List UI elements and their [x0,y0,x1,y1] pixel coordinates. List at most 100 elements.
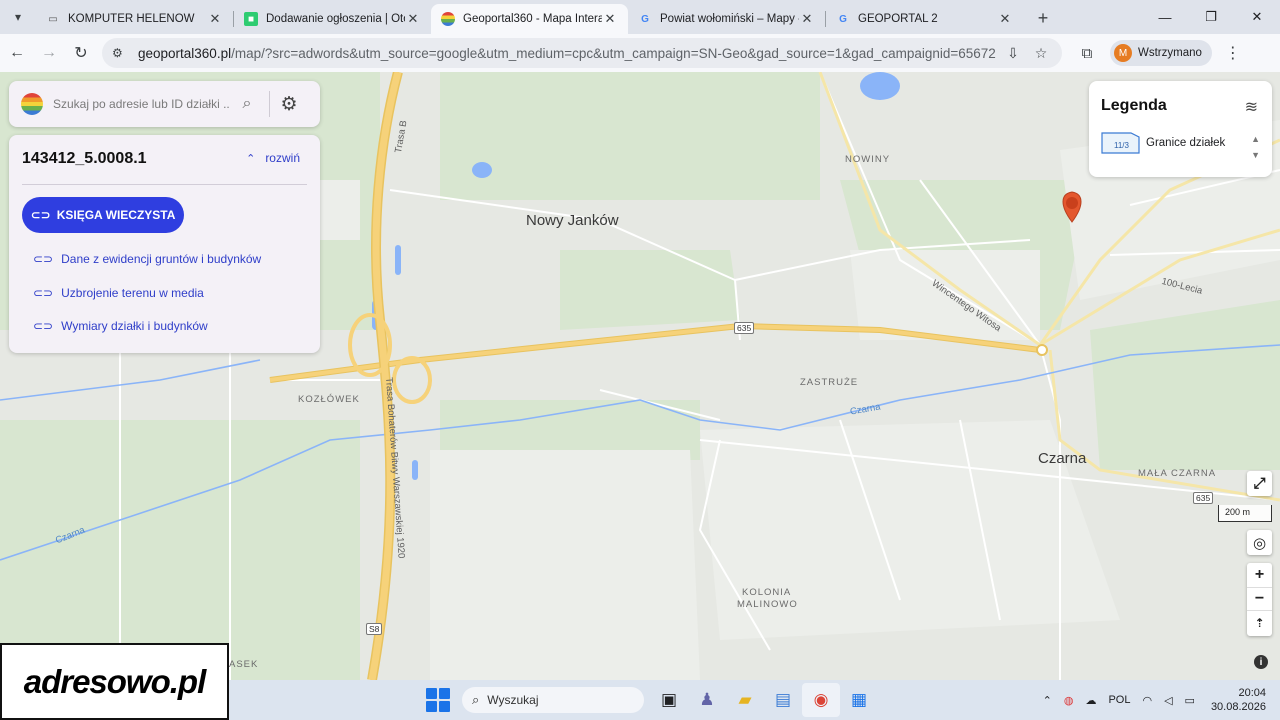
photos-icon[interactable]: ▤ [764,683,802,717]
windows-start-icon[interactable] [426,688,450,712]
wifi-icon[interactable]: ◠ [1142,694,1152,707]
volume-icon[interactable]: ◁ [1164,694,1172,707]
ksiega-wieczysta-button[interactable]: ⊂⊃ KSIĘGA WIECZYSTA [22,197,184,233]
url-host: geoportal360.pl [138,45,232,61]
google-favicon-icon: G [839,13,847,25]
tab-close-icon[interactable]: ✕ [997,11,1013,27]
clock[interactable]: 20:04 30.08.2026 [1211,686,1266,714]
address-bar[interactable]: ⚙ geoportal360.pl/map/?src=adwords&utm_s… [102,38,1062,68]
tab-close-icon[interactable]: ✕ [799,11,815,27]
link-wymiary-dzialki[interactable]: ⊂⊃ Wymiary działki i budynków [33,319,208,333]
parcel-boundary-swatch-icon: 11/3 [1101,132,1140,154]
gear-icon[interactable]: ⚙ [276,93,302,116]
browser-tab[interactable]: ▭ KOMPUTER HELENÓW ✕ [36,4,233,34]
tab-title: Geoportal360 - Mapa Interaktywna [463,13,602,25]
link-uzbrojenie-terenu[interactable]: ⊂⊃ Uzbrojenie terenu w media [33,286,204,300]
tray-app-icon[interactable]: ◍ [1064,694,1074,707]
google-favicon-icon: G [641,13,649,25]
tab-close-icon[interactable]: ✕ [405,11,421,27]
site-settings-icon[interactable]: ⚙ [112,46,128,60]
back-arrow-icon[interactable]: ← [2,38,32,68]
teams-icon[interactable]: ♟ [688,683,726,717]
parcel-info-panel: 143412_5.0008.1 ⌃ rozwiń ⊂⊃ KSIĘGA WIECZ… [9,135,320,353]
geoportal360-logo-icon[interactable] [21,93,43,115]
install-app-icon[interactable]: ⇩ [1002,45,1024,62]
extensions-puzzle-icon[interactable]: ⧉ [1072,45,1102,62]
restore-icon[interactable]: ❐ [1188,0,1234,34]
new-tab-plus-icon[interactable]: + [1029,4,1057,32]
search-icon[interactable]: ⌕ [235,95,259,113]
map-label-mala-czarna: MAŁA CZARNA [1138,468,1217,479]
tab-title: Dodawanie ogłoszenia | Otodom [266,13,405,25]
zoom-controls: + − ⇡ [1247,563,1272,636]
legend-title: Legenda [1101,97,1167,114]
profile-button[interactable]: M Wstrzymano [1110,40,1212,66]
show-hidden-icons-chevron-icon[interactable]: ⌃ [1043,694,1052,707]
scroll-up-icon[interactable]: ▲ [1251,131,1260,147]
zoom-in-icon[interactable]: + [1247,563,1272,587]
task-view-icon[interactable]: ▣ [650,683,688,717]
map-label-nowy-jankow: Nowy Janków [526,212,619,229]
calculator-icon[interactable]: ▦ [840,683,878,717]
forward-arrow-icon[interactable]: → [34,38,64,68]
expand-button[interactable]: ⌃ rozwiń [246,151,300,165]
map-label-nowiny: NOWINY [845,154,891,165]
scale-bar: 200 m [1218,505,1272,522]
svg-text:11/3: 11/3 [1114,141,1130,150]
info-icon[interactable]: i [1254,655,1268,669]
tab-title: KOMPUTER HELENÓW [68,13,195,25]
compass-north-icon[interactable]: ⇡ [1247,611,1272,635]
fullscreen-icon[interactable]: ⤢ [1247,471,1272,496]
legend-item-label: Granice działek [1146,137,1226,149]
layers-menu-icon[interactable]: ≋ [1245,97,1258,117]
browser-tab-active[interactable]: Geoportal360 - Mapa Interaktywna ✕ [431,4,628,34]
computer-favicon-icon: ▭ [48,13,58,25]
browser-toolbar: ← → ↻ ⚙ geoportal360.pl/map/?src=adwords… [0,34,1280,72]
bookmark-star-icon[interactable]: ☆ [1030,45,1052,62]
tray-cloud-icon[interactable]: ☁ [1085,694,1096,707]
geoportal360-favicon-icon [441,12,455,26]
search-panel: ⌕ ⚙ [9,81,320,127]
link-dane-ewidencji[interactable]: ⊂⊃ Dane z ewidencji gruntów i budynków [33,252,261,266]
file-explorer-icon[interactable]: ▰ [726,683,764,717]
taskbar-search[interactable]: ⌕ Wyszukaj [462,687,644,713]
search-input[interactable] [53,97,229,111]
battery-icon[interactable]: ▭ [1185,694,1195,707]
tab-search-chevron-icon[interactable]: ▾ [4,3,32,31]
taskbar-search-label: Wyszukaj [487,693,539,707]
language-indicator[interactable]: POL [1108,694,1130,706]
road-shield-635: 635 [1193,492,1214,504]
close-window-icon[interactable]: ✕ [1234,0,1280,34]
reload-icon[interactable]: ↻ [66,38,96,68]
expand-label: rozwiń [265,151,300,165]
tab-title: Powiat wołomiński – Mapy - GEOPORTAL [660,13,799,25]
parcel-id: 143412_5.0008.1 [22,150,147,167]
link-icon: ⊂⊃ [33,286,54,300]
adresowo-watermark: adresowo.pl [0,643,229,720]
minimize-icon[interactable]: — [1142,0,1188,34]
legend-panel: Legenda ≋ 11/3 Granice działek ▲ ▼ [1089,81,1272,177]
locate-me-icon[interactable]: ◎ [1247,530,1272,555]
tab-close-icon[interactable]: ✕ [207,11,223,27]
chrome-icon[interactable]: ◉ [802,683,840,717]
chevron-up-down-icon: ⌃ [246,152,256,165]
map-label-asek: ASEK [229,659,259,670]
windows-taskbar: ⌕ Wyszukaj ▣ ♟ ▰ ▤ ◉ ▦ ⌃ ◍ ☁ POL ◠ ◁ ▭ 2… [229,680,1280,720]
url-text[interactable]: geoportal360.pl/map/?src=adwords&utm_sou… [138,46,996,61]
tab-close-icon[interactable]: ✕ [602,11,618,27]
browser-tab[interactable]: G GEOPORTAL 2 ✕ [826,4,1023,34]
otodom-favicon-icon: ■ [244,12,258,26]
zoom-out-icon[interactable]: − [1247,587,1272,611]
system-tray: ⌃ ◍ ☁ POL ◠ ◁ ▭ 20:04 30.08.2026 [1037,680,1280,720]
browser-tab[interactable]: G Powiat wołomiński – Mapy - GEOPORTAL ✕ [628,4,825,34]
panel-divider [269,91,270,117]
map-label-malinowo: MALINOWO [737,599,798,610]
map-label-zastruze: ZASTRUŻE [800,377,859,388]
road-shield-635: 635 [734,322,755,334]
avatar: M [1114,44,1132,62]
scroll-down-icon[interactable]: ▼ [1251,147,1260,163]
browser-menu-icon[interactable]: ⋮ [1218,43,1248,63]
button-label: KSIĘGA WIECZYSTA [56,208,176,222]
browser-tab-bar: ▾ ▭ KOMPUTER HELENÓW ✕ ■ Dodawanie ogłos… [0,0,1280,34]
browser-tab[interactable]: ■ Dodawanie ogłoszenia | Otodom ✕ [234,4,431,34]
